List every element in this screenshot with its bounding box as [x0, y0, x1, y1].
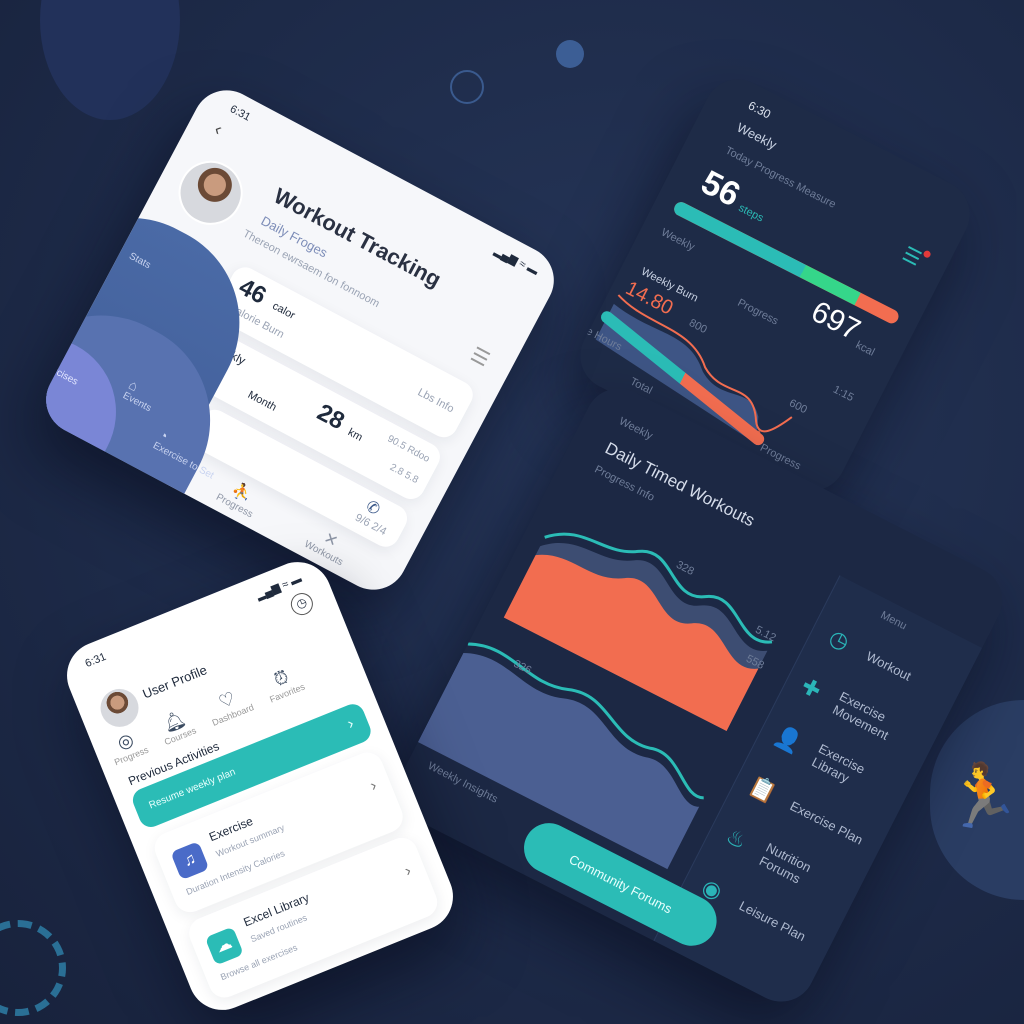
decor-blob — [40, 0, 180, 120]
user-icon: 👤 — [770, 722, 807, 757]
weekly-side-top: 90.5 Rdoo — [385, 433, 432, 465]
exercise-icon: ♫ — [170, 841, 210, 881]
pot-icon: ♨ — [722, 823, 751, 855]
chevron-right-icon: › — [402, 862, 414, 881]
workout-tracking-card: 6:31 ▂▄▆ ≈ ▬ ‹ Workout Tracking Daily Fr… — [34, 78, 566, 602]
weekly-unit: km — [345, 426, 365, 444]
weekly-side-bottom: 2.8 5.8 — [387, 461, 421, 487]
timer-button[interactable]: ◷ — [287, 589, 317, 619]
label-weekly: Weekly — [659, 226, 697, 254]
calories-unit: calor — [270, 300, 298, 322]
chevron-right-icon: › — [345, 715, 357, 733]
decor-dot — [556, 40, 584, 68]
card-title: Weekly — [734, 119, 780, 153]
runner-badge: 🏃 — [930, 700, 1024, 900]
progress-bar — [671, 199, 901, 326]
page-title: User Profile — [140, 662, 210, 702]
daily-workouts-card: Weekly Daily Timed Workouts Progress Inf… — [386, 376, 1014, 1014]
decor-dashed-ring — [0, 920, 66, 1016]
kcal-unit: kcal — [853, 339, 877, 359]
library-icon: ☁ — [204, 926, 244, 966]
status-time: 6:30 — [745, 98, 774, 122]
status-time: 6:31 — [227, 103, 253, 124]
shortcut-dashboard[interactable]: ♡ Dashboard — [203, 683, 256, 728]
profile-phone: 6:31 ▂▄▆ ≈ ▬ ◷ User Profile ◎ Progress 🔔︎… — [56, 551, 464, 1021]
shortcut-favorites[interactable]: ⏰︎ Favorites — [260, 662, 306, 704]
back-button[interactable]: ‹ — [211, 119, 226, 140]
calories-side: Lbs Info — [415, 386, 456, 416]
decor-ring — [450, 70, 484, 104]
menu-icon[interactable]: ☰ — [466, 342, 494, 372]
timer-icon: ◷ — [825, 624, 854, 656]
chevron-right-icon: › — [367, 777, 380, 795]
weekly-sub: Month — [245, 388, 279, 414]
weekly-value: 28 — [312, 398, 349, 436]
dumbbell-icon: ✚ — [797, 672, 826, 704]
shortcut-progress[interactable]: ◎ Progress — [105, 725, 150, 767]
nav-progress[interactable]: ⛹ Progress — [214, 474, 264, 521]
runner-icon: 🏃 — [944, 762, 1022, 831]
steps-unit: steps — [736, 201, 766, 225]
section-label: Weekly — [617, 415, 655, 443]
clipboard-icon: 📋 — [745, 772, 781, 807]
menu-icon[interactable]: ☰ — [898, 241, 932, 275]
progress-fill — [671, 199, 861, 306]
status-time: 6:31 — [83, 650, 108, 670]
label-progress: Progress — [735, 296, 781, 328]
avatar — [167, 149, 254, 237]
shortcut-courses[interactable]: 🔔︎ Courses — [155, 706, 198, 747]
notification-dot — [922, 249, 932, 259]
status-icons: ▂▄▆ ≈ ▬ — [492, 244, 541, 278]
